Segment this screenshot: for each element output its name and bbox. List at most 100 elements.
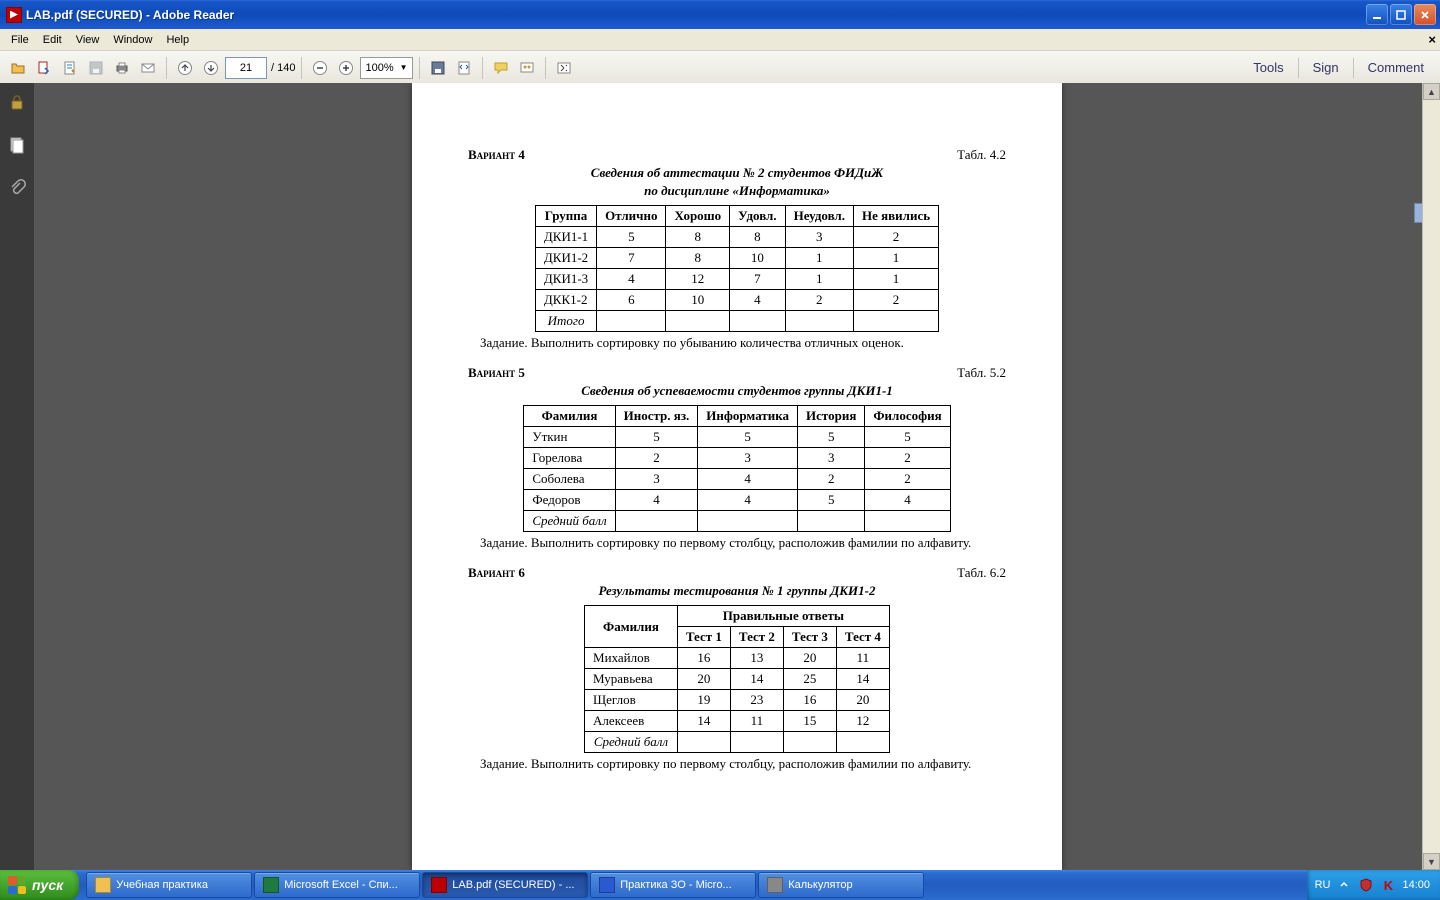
taskbar-app-button[interactable]: Учебная практика	[86, 872, 252, 898]
close-button[interactable]	[1414, 4, 1436, 25]
tray-shield-icon[interactable]	[1358, 877, 1374, 893]
tray-kaspersky-icon[interactable]: K	[1380, 877, 1396, 893]
taskbar-app-label: Практика ЗО - Micro...	[620, 879, 731, 891]
share-icon[interactable]	[515, 56, 539, 80]
taskbar-app-label: Microsoft Excel - Спи...	[284, 879, 398, 891]
taskbar: пуск Учебная практика Microsoft Excel - С…	[0, 870, 1440, 900]
variant5-title1: Сведения об успеваемости студентов групп…	[468, 383, 1006, 399]
tray-lang[interactable]: RU	[1315, 879, 1331, 891]
pdf-page: Вариант 4 Табл. 4.2 Сведения об аттестац…	[412, 83, 1062, 870]
comment-icon[interactable]	[489, 56, 513, 80]
variant6-table: ФамилияПравильные ответыТест 1Тест 2Тест…	[584, 605, 890, 753]
save-copy-icon[interactable]	[426, 56, 450, 80]
menu-view[interactable]: View	[69, 32, 107, 48]
thumbnails-icon[interactable]	[8, 136, 26, 157]
taskbar-app-button[interactable]: Калькулятор	[758, 872, 924, 898]
window-title: LAB.pdf (SECURED) - Adobe Reader	[26, 8, 234, 22]
workspace: Вариант 4 Табл. 4.2 Сведения об аттестац…	[0, 83, 1440, 870]
app-icon	[95, 877, 111, 893]
separator	[301, 57, 302, 79]
window-titlebar: LAB.pdf (SECURED) - Adobe Reader	[0, 0, 1440, 29]
read-mode-icon[interactable]	[552, 56, 576, 80]
separator	[545, 57, 546, 79]
sign-link[interactable]: Sign	[1303, 56, 1349, 79]
taskbar-app-button[interactable]: Практика ЗО - Micro...	[590, 872, 756, 898]
app-icon	[599, 877, 615, 893]
separator	[482, 57, 483, 79]
security-icon[interactable]	[8, 93, 26, 114]
app-icon	[6, 7, 22, 23]
scroll-down-icon[interactable]: ▼	[1423, 853, 1440, 870]
tray-arrow-icon[interactable]	[1336, 877, 1352, 893]
taskbar-app-label: Калькулятор	[788, 879, 852, 891]
separator	[419, 57, 420, 79]
print-icon[interactable]	[110, 56, 134, 80]
app-icon	[767, 877, 783, 893]
app-icon	[431, 877, 447, 893]
variant5-table-num: Табл. 5.2	[957, 365, 1006, 381]
taskbar-buttons: Учебная практика Microsoft Excel - Спи...…	[79, 870, 925, 900]
variant4-table: ГруппаОтличноХорошоУдовл.Неудовл.Не явил…	[535, 205, 939, 332]
document-area[interactable]: Вариант 4 Табл. 4.2 Сведения об аттестац…	[34, 83, 1440, 870]
page-total: / 140	[271, 62, 295, 74]
fit-page-icon[interactable]	[452, 56, 476, 80]
create-pdf-icon[interactable]	[58, 56, 82, 80]
attachments-icon[interactable]	[8, 179, 26, 200]
toolbar-right: Tools Sign Comment	[1243, 56, 1434, 79]
variant6-label: Вариант 6	[468, 565, 525, 581]
page-down-icon[interactable]	[199, 56, 223, 80]
chevron-down-icon: ▼	[400, 63, 408, 72]
tools-link[interactable]: Tools	[1243, 56, 1293, 79]
variant6-header: Вариант 6 Табл. 6.2	[468, 565, 1006, 581]
taskbar-app-label: LAB.pdf (SECURED) - ...	[452, 879, 574, 891]
variant6-title1: Результаты тестирования № 1 группы ДКИ1-…	[468, 583, 1006, 599]
tray-time: 14:00	[1402, 879, 1430, 891]
vertical-scrollbar[interactable]: ▲ ▼	[1422, 83, 1440, 870]
window-buttons	[1366, 4, 1436, 25]
variant6-task: Задание. Выполнить сортировку по первому…	[480, 756, 1006, 772]
taskbar-app-label: Учебная практика	[116, 879, 208, 891]
toolbar: / 140 100%▼ Tools Sign Comment	[0, 51, 1440, 85]
menubar-close-icon[interactable]: ×	[1428, 32, 1436, 47]
page-number-box: / 140	[225, 57, 295, 79]
menu-edit[interactable]: Edit	[36, 32, 69, 48]
variant5-label: Вариант 5	[468, 365, 525, 381]
variant5-table: ФамилияИностр. яз.ИнформатикаИсторияФило…	[523, 405, 950, 532]
start-label: пуск	[32, 877, 63, 893]
minimize-button[interactable]	[1366, 4, 1388, 25]
nav-sidebar	[0, 83, 34, 870]
variant5-header: Вариант 5 Табл. 5.2	[468, 365, 1006, 381]
separator	[166, 57, 167, 79]
variant4-table-num: Табл. 4.2	[957, 147, 1006, 163]
zoom-controls: 100%▼	[308, 56, 412, 80]
taskbar-app-button[interactable]: LAB.pdf (SECURED) - ...	[422, 872, 588, 898]
separator	[1353, 58, 1354, 78]
variant5-task: Задание. Выполнить сортировку по первому…	[480, 535, 1006, 551]
variant4-title2: по дисциплине «Информатика»	[468, 183, 1006, 199]
zoom-in-icon[interactable]	[334, 56, 358, 80]
page-input[interactable]	[225, 57, 267, 79]
scroll-track[interactable]	[1423, 100, 1440, 853]
app-icon	[263, 877, 279, 893]
toolbar-left: / 140 100%▼	[6, 56, 576, 80]
menu-window[interactable]: Window	[106, 32, 159, 48]
taskbar-app-button[interactable]: Microsoft Excel - Спи...	[254, 872, 420, 898]
start-button[interactable]: пуск	[0, 870, 79, 900]
zoom-out-icon[interactable]	[308, 56, 332, 80]
maximize-button[interactable]	[1390, 4, 1412, 25]
menu-file[interactable]: File	[4, 32, 36, 48]
export-pdf-icon[interactable]	[32, 56, 56, 80]
comment-link[interactable]: Comment	[1358, 56, 1434, 79]
page-up-icon[interactable]	[173, 56, 197, 80]
scroll-up-icon[interactable]: ▲	[1423, 83, 1440, 100]
save-icon[interactable]	[84, 56, 108, 80]
variant4-header: Вариант 4 Табл. 4.2	[468, 147, 1006, 163]
open-icon[interactable]	[6, 56, 30, 80]
variant6-table-num: Табл. 6.2	[957, 565, 1006, 581]
variant4-task: Задание. Выполнить сортировку по убывани…	[480, 335, 1006, 351]
email-icon[interactable]	[136, 56, 160, 80]
zoom-value[interactable]: 100%▼	[360, 57, 412, 79]
system-tray[interactable]: RU K 14:00	[1307, 870, 1440, 900]
menu-help[interactable]: Help	[159, 32, 196, 48]
variant4-title1: Сведения об аттестации № 2 студентов ФИД…	[468, 165, 1006, 181]
